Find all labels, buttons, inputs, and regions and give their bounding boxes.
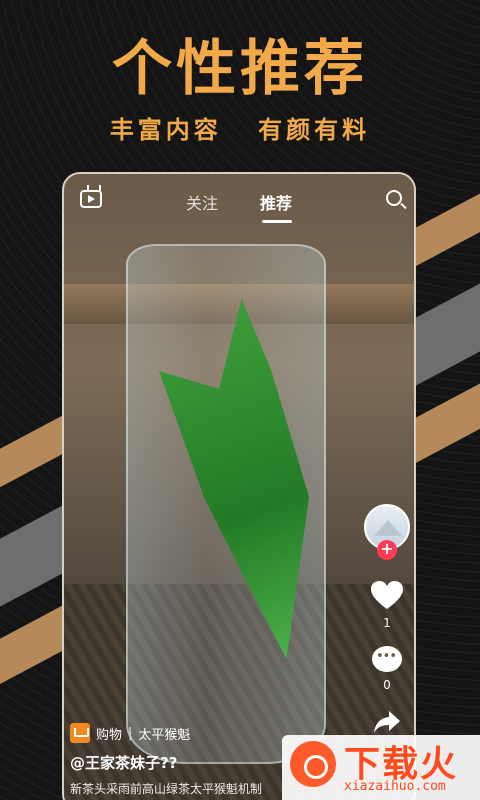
watermark-logo-icon (290, 741, 336, 787)
tv-play-icon[interactable] (80, 190, 102, 208)
search-icon[interactable] (386, 190, 402, 206)
shopping-tag[interactable]: 购物 | 太平猴魁 (70, 722, 190, 744)
tab-follow[interactable]: 关注 (186, 190, 218, 214)
shopping-cart-icon (70, 723, 90, 743)
comment-count: 0 (383, 678, 391, 692)
shop-separator: | (128, 725, 133, 741)
watermark: 下载火 xiazaihuo.com (282, 735, 480, 800)
shop-label: 购物 (96, 727, 123, 743)
active-tab-indicator (262, 220, 292, 223)
promo-subline: 丰富内容 有颜有料 (109, 116, 371, 144)
play-triangle-icon (88, 195, 95, 203)
author-name[interactable]: @王家茶妹子?? (70, 752, 177, 773)
promo-headline: 个性推荐 (112, 34, 368, 104)
heart-icon[interactable] (370, 580, 404, 610)
watermark-url: xiazaihuo.com (344, 779, 446, 794)
like-count: 1 (383, 616, 391, 630)
share-icon[interactable] (373, 710, 401, 734)
follow-plus-button[interactable]: + (377, 540, 397, 560)
tab-recommend[interactable]: 推荐 (260, 190, 292, 214)
top-bar: 关注 推荐 (64, 174, 414, 224)
phone-screen: 关注 推荐 + 1 0 购物 | 太平猴魁 @王家茶妹子?? 新茶头采雨前高山绿… (62, 172, 416, 800)
comment-icon[interactable] (372, 646, 402, 672)
shop-product: 太平猴魁 (138, 727, 191, 743)
